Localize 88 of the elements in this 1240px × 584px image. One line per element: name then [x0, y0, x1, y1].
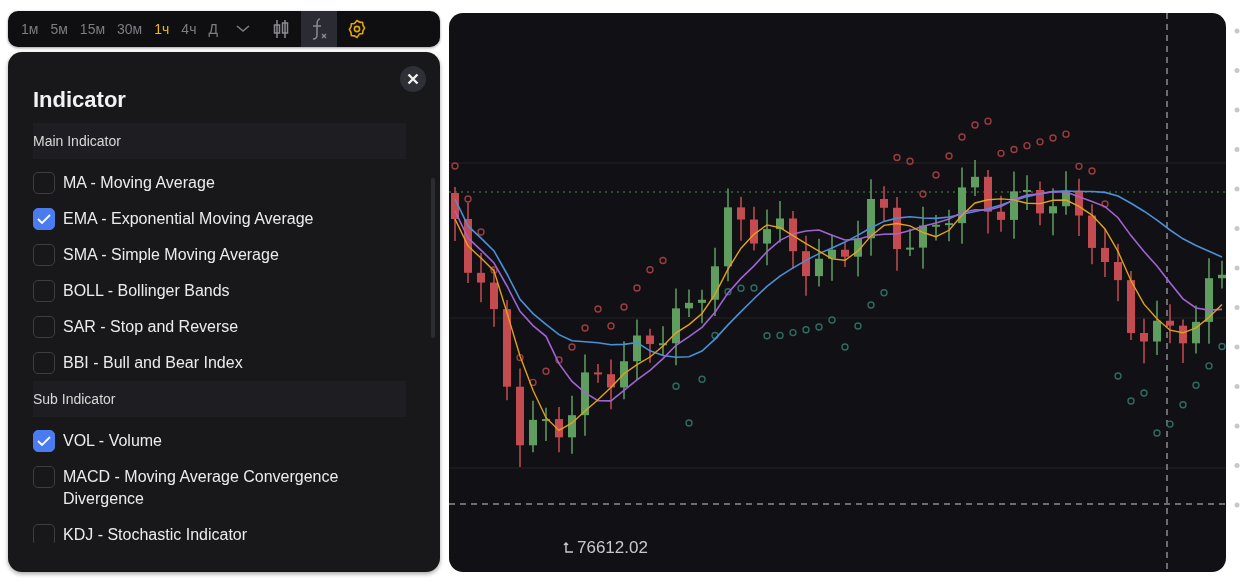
- settings-icon: [346, 19, 367, 39]
- candle: [1166, 303, 1174, 345]
- check-icon: [37, 214, 51, 224]
- candle: [1114, 243, 1122, 302]
- candle: [880, 185, 888, 223]
- candle: [854, 220, 862, 278]
- checkbox[interactable]: [33, 524, 55, 543]
- candle: [1127, 270, 1135, 341]
- timeframe-tab[interactable]: 1м: [16, 11, 44, 47]
- section-header: Main Indicator: [33, 123, 406, 159]
- candle: [1192, 304, 1200, 355]
- timeframe-tab[interactable]: 5м: [45, 11, 73, 47]
- candle: [1049, 187, 1057, 236]
- indicator-button[interactable]: [300, 11, 337, 47]
- candle: [451, 186, 459, 242]
- candle: [919, 206, 927, 270]
- candle: [659, 325, 667, 357]
- checkbox[interactable]: [33, 316, 55, 338]
- candle: [1010, 170, 1018, 240]
- candle: [750, 206, 758, 252]
- timeframe-tab[interactable]: Д: [203, 11, 223, 47]
- checkbox[interactable]: [33, 280, 55, 302]
- candle: [841, 241, 849, 268]
- candle: [698, 289, 706, 325]
- candle: [477, 252, 485, 304]
- candle: [763, 208, 771, 266]
- candle: [711, 246, 719, 317]
- candle: [815, 238, 823, 288]
- candle: [789, 210, 797, 270]
- candle: [906, 227, 914, 257]
- candle: [646, 327, 654, 364]
- candle: [633, 318, 641, 381]
- candle: [945, 208, 953, 242]
- panel-title: Indicator: [33, 86, 127, 114]
- close-icon: [407, 73, 419, 85]
- candle: [594, 363, 602, 384]
- candle: [1153, 300, 1161, 356]
- candle: [1023, 174, 1031, 211]
- checkbox[interactable]: [33, 430, 55, 452]
- section-header: Sub Indicator: [33, 381, 406, 417]
- candle: [555, 406, 563, 454]
- timeframe-tab[interactable]: 15м: [74, 11, 111, 47]
- candle: [620, 340, 628, 401]
- timeframe-tab[interactable]: 30м: [112, 11, 148, 47]
- chevron-down-icon: [235, 25, 250, 33]
- candle: [932, 214, 940, 242]
- indicator-label: SMA - Simple Moving Average: [63, 245, 279, 265]
- candle: [1218, 259, 1226, 290]
- indicator-label: EMA - Exponential Moving Average: [63, 209, 314, 229]
- indicator-label: VOL - Volume: [63, 431, 162, 451]
- low-price-arrow-icon: [563, 542, 573, 554]
- candle: [971, 159, 979, 197]
- check-icon: [37, 436, 51, 446]
- candle: [1036, 180, 1044, 227]
- low-price-label: 76612.02: [577, 538, 648, 558]
- checkbox[interactable]: [33, 244, 55, 266]
- indicator-label: MA - Moving Average: [63, 173, 215, 193]
- candle: [568, 395, 576, 455]
- candle: [776, 200, 784, 244]
- indicator-label: KDJ - Stochastic Indicator: [63, 525, 248, 543]
- checkbox[interactable]: [33, 172, 55, 194]
- candle: [529, 399, 537, 453]
- checkbox[interactable]: [33, 466, 55, 488]
- candle: [542, 406, 550, 442]
- indicator-label: SAR - Stop and Reverse: [63, 317, 239, 337]
- candle: [1179, 318, 1187, 364]
- indicator-label: BBI - Bull and Bear Index: [63, 353, 243, 373]
- candle: [1075, 177, 1083, 237]
- candle: [802, 235, 810, 297]
- checkbox[interactable]: [33, 352, 55, 374]
- candle: [984, 169, 992, 235]
- candlestick-icon: [272, 19, 289, 39]
- candle: [490, 267, 498, 328]
- candle: [1088, 203, 1096, 265]
- candle: [828, 233, 836, 282]
- candle: [737, 196, 745, 242]
- timeframe-tab[interactable]: 4ч: [176, 11, 202, 47]
- close-button[interactable]: [400, 66, 426, 92]
- candle: [607, 358, 615, 411]
- timeframe-tab[interactable]: 1ч: [149, 11, 175, 47]
- candle: [685, 288, 693, 318]
- checkbox[interactable]: [33, 208, 55, 230]
- candle: [1062, 170, 1070, 216]
- candle: [997, 195, 1005, 233]
- indicator-label: MACD - Moving Average Convergence Divergence: [63, 467, 340, 509]
- indicator-label: BOLL - Bollinger Bands: [63, 281, 230, 301]
- candle: [1140, 318, 1148, 364]
- candle: [1101, 227, 1109, 278]
